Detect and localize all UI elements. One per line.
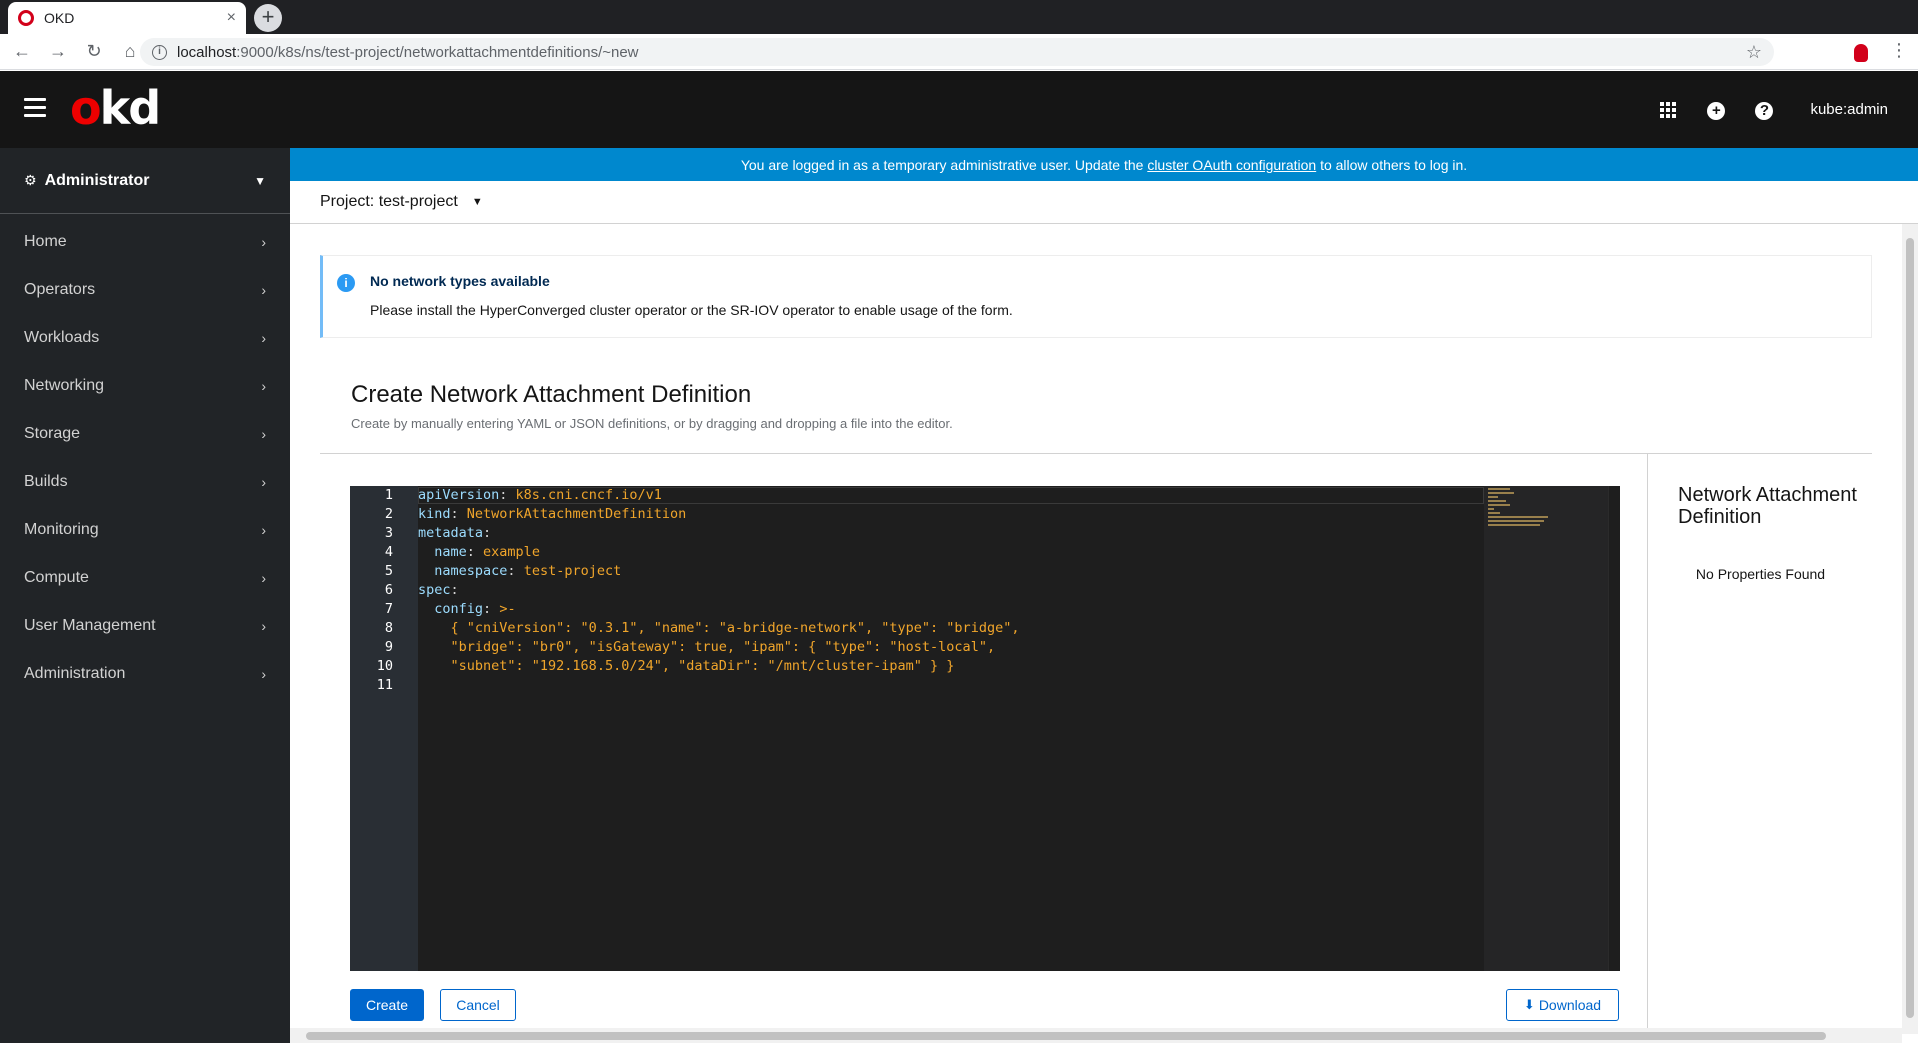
- masthead: okd + ? kube:admin: [0, 71, 1918, 148]
- sidebar-item-builds[interactable]: Builds ›: [0, 458, 290, 506]
- editor-scrollbar[interactable]: [1608, 486, 1620, 971]
- code-line: spec:: [418, 582, 459, 598]
- line-number: 2: [384, 506, 393, 522]
- browser-toolbar: ← → ↻ ⌂ i localhost:9000/k8s/ns/test-pro…: [0, 34, 1918, 70]
- forward-icon[interactable]: →: [44, 38, 72, 66]
- code-line: { "cniVersion": "0.3.1", "name": "a-brid…: [450, 620, 1020, 636]
- sidebar-item-home[interactable]: Home ›: [0, 218, 290, 266]
- cogs-icon: ⚙: [24, 172, 37, 188]
- line-number: 7: [384, 601, 393, 617]
- reload-icon[interactable]: ↻: [80, 38, 108, 66]
- code-line: metadata:: [418, 525, 492, 541]
- project-selector-bar: Project: test-project ▼: [290, 181, 1918, 224]
- new-tab-button[interactable]: +: [254, 4, 282, 32]
- cancel-button[interactable]: Cancel: [440, 989, 516, 1021]
- sidebar-item-networking[interactable]: Networking ›: [0, 362, 290, 410]
- sidebar-item-monitoring[interactable]: Monitoring ›: [0, 506, 290, 554]
- chevron-right-icon: ›: [261, 570, 266, 586]
- chevron-right-icon: ›: [261, 426, 266, 442]
- perspective-label: Administrator: [44, 171, 150, 189]
- schema-empty-state: No Properties Found: [1695, 566, 1826, 582]
- alert-title: No network types available: [370, 273, 550, 289]
- app-launcher-icon[interactable]: [1644, 99, 1692, 120]
- info-alert: i No network types available Please inst…: [320, 255, 1872, 338]
- page-vertical-scrollbar[interactable]: [1902, 224, 1918, 1034]
- sidebar-item-user-management[interactable]: User Management ›: [0, 602, 290, 650]
- line-number: 11: [376, 677, 393, 693]
- code-area[interactable]: apiVersion: k8s.cni.cncf.io/v1 kind: Netw…: [418, 486, 1484, 695]
- hamburger-menu-icon[interactable]: [24, 98, 46, 122]
- line-number: 1: [384, 487, 393, 503]
- code-line: apiVersion: k8s.cni.cncf.io/v1: [418, 487, 662, 503]
- chevron-right-icon: ›: [261, 234, 266, 250]
- chevron-right-icon: ›: [261, 666, 266, 682]
- bookmark-star-icon[interactable]: ☆: [1746, 42, 1762, 63]
- code-line: kind: NetworkAttachmentDefinition: [418, 506, 687, 522]
- line-number: 8: [384, 620, 393, 636]
- chevron-right-icon: ›: [261, 522, 266, 538]
- alert-body: Please install the HyperConverged cluste…: [370, 302, 1013, 318]
- okd-logo[interactable]: okd: [70, 81, 161, 135]
- info-circle-icon: i: [337, 274, 355, 292]
- sidebar-item-operators[interactable]: Operators ›: [0, 266, 290, 314]
- caret-down-icon[interactable]: ▼: [472, 196, 483, 208]
- schema-sidebar: Network Attachment Definition No Propert…: [1647, 454, 1872, 1043]
- line-number: 6: [384, 582, 393, 598]
- site-info-icon[interactable]: i: [152, 44, 167, 60]
- okd-favicon-icon: [18, 10, 34, 26]
- user-menu[interactable]: kube:admin: [1810, 101, 1888, 118]
- create-button[interactable]: Create: [350, 989, 424, 1021]
- sidebar-item-workloads[interactable]: Workloads ›: [0, 314, 290, 362]
- tab-title: OKD: [44, 10, 75, 26]
- code-line: config: >-: [434, 601, 516, 617]
- line-number: 4: [384, 544, 393, 560]
- perspective-switcher[interactable]: ⚙ Administrator ▼: [0, 148, 290, 214]
- close-tab-icon[interactable]: ×: [227, 9, 236, 27]
- chevron-right-icon: ›: [261, 378, 266, 394]
- chevron-right-icon: ›: [261, 282, 266, 298]
- line-number-gutter: 1 2 3 4 5 6 7 8 9 10 11: [350, 486, 418, 971]
- yaml-editor[interactable]: 1 2 3 4 5 6 7 8 9 10 11 apiVersion: k8s.cni.cncf.i…: [350, 486, 1620, 971]
- page-title: Create Network Attachment Definition: [351, 381, 752, 408]
- help-icon[interactable]: ?: [1740, 99, 1788, 120]
- url-path: :9000/k8s/ns/test-project/networkattachm…: [236, 43, 639, 61]
- chevron-right-icon: ›: [261, 618, 266, 634]
- url-host: localhost: [177, 43, 237, 61]
- line-number: 5: [384, 563, 393, 579]
- chevron-right-icon: ›: [261, 330, 266, 346]
- line-number: 10: [376, 658, 393, 674]
- code-line: "bridge": "br0", "isGateway": true, "ipa…: [450, 639, 996, 655]
- caret-down-icon: ▼: [254, 173, 266, 188]
- oauth-config-link[interactable]: cluster OAuth configuration: [1147, 157, 1316, 173]
- page-horizontal-scrollbar[interactable]: [290, 1028, 1902, 1043]
- chevron-right-icon: ›: [261, 474, 266, 490]
- code-line: namespace: test-project: [434, 563, 622, 579]
- page-description: Create by manually entering YAML or JSON…: [351, 416, 953, 431]
- line-number: 9: [384, 639, 393, 655]
- browser-menu-icon[interactable]: ⋮: [1890, 40, 1908, 61]
- cluster-banner: You are logged in as a temporary adminis…: [290, 148, 1918, 181]
- divider: [320, 453, 1872, 454]
- extension-icon[interactable]: [1854, 44, 1868, 62]
- sidebar: ⚙ Administrator ▼ Home › Operators › Workl…: [0, 148, 290, 1043]
- editor-minimap[interactable]: [1484, 486, 1608, 971]
- schema-title: Network Attachment Definition: [1678, 484, 1857, 528]
- download-icon: ⬇: [1523, 997, 1535, 1012]
- sidebar-item-compute[interactable]: Compute ›: [0, 554, 290, 602]
- project-dropdown[interactable]: Project: test-project: [320, 193, 458, 211]
- back-icon[interactable]: ←: [8, 38, 36, 66]
- browser-tab[interactable]: OKD ×: [8, 2, 246, 34]
- main-content: You are logged in as a temporary adminis…: [290, 148, 1918, 1043]
- download-button[interactable]: ⬇ Download: [1506, 989, 1619, 1021]
- code-line: name: example: [434, 544, 540, 560]
- sidebar-item-storage[interactable]: Storage ›: [0, 410, 290, 458]
- browser-tabstrip: OKD × +: [0, 0, 1918, 34]
- address-bar[interactable]: i localhost:9000/k8s/ns/test-project/net…: [140, 38, 1774, 66]
- code-line: "subnet": "192.168.5.0/24", "dataDir": "…: [450, 658, 955, 674]
- line-number: 3: [384, 525, 393, 541]
- sidebar-item-administration[interactable]: Administration ›: [0, 650, 290, 698]
- quick-create-icon[interactable]: +: [1692, 99, 1740, 120]
